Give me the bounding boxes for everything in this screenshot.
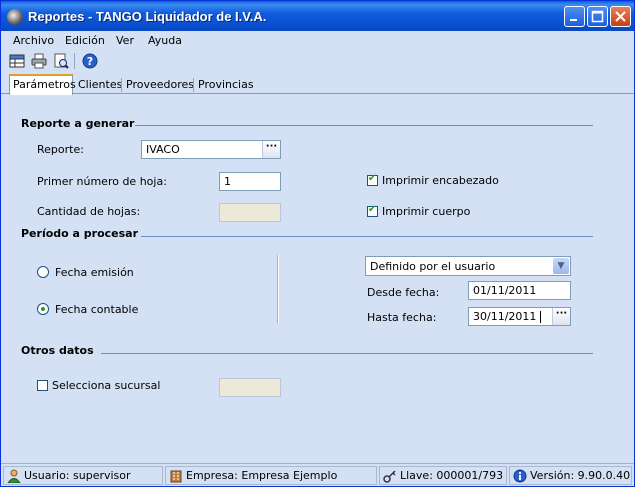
status-usuario: Usuario: supervisor <box>3 466 163 485</box>
key-icon <box>383 470 396 483</box>
tab-proveedores[interactable]: Proveedores <box>123 76 197 94</box>
preview-icon[interactable] <box>53 53 69 69</box>
fecha-contable-label: Fecha contable <box>55 303 139 316</box>
cuerpo-label: Imprimir cuerpo <box>382 205 471 218</box>
sucursal-label: Selecciona sucursal <box>52 379 161 392</box>
cuerpo-checkbox[interactable] <box>367 204 378 217</box>
hasta-fecha-value: 30/11/2011 <box>473 310 537 323</box>
help-icon[interactable]: ? <box>82 53 98 69</box>
primer-hoja-field[interactable]: 1 <box>219 172 281 191</box>
primer-hoja-value: 1 <box>224 175 231 188</box>
maximize-icon <box>591 10 604 23</box>
encabezado-checkbox[interactable] <box>367 173 378 186</box>
cantidad-hojas-label: Cantidad de hojas: <box>37 205 141 218</box>
text-cursor <box>539 311 541 323</box>
tab-clientes[interactable]: Clientes <box>75 76 125 94</box>
section-reporte-title: Reporte a generar <box>21 117 135 130</box>
reporte-label: Reporte: <box>37 143 84 156</box>
print-icon[interactable] <box>31 53 47 69</box>
building-icon <box>170 470 182 483</box>
title-bar[interactable]: Reportes - TANGO Liquidador de I.V.A. <box>1 1 634 31</box>
section-divider <box>101 353 593 354</box>
sucursal-field <box>219 378 281 397</box>
tab-separator <box>121 78 122 92</box>
status-version: Versión: 9.90.0.40 <box>509 466 632 485</box>
sucursal-checkbox[interactable] <box>37 380 48 391</box>
fecha-emision-label: Fecha emisión <box>55 266 134 279</box>
menu-edicion[interactable]: Edición <box>65 34 105 47</box>
close-button[interactable] <box>610 6 631 27</box>
fecha-contable-radio[interactable] <box>37 303 49 315</box>
minimize-icon <box>570 19 577 21</box>
fecha-emision-radio[interactable] <box>37 266 49 278</box>
menu-bar: Archivo Edición Ver Ayuda <box>1 31 634 50</box>
hasta-fecha-calendar-button[interactable]: ··· <box>552 308 570 325</box>
periodo-dropdown[interactable]: Definido por el usuario ▼ <box>365 256 571 276</box>
close-icon <box>615 11 626 22</box>
chevron-down-icon[interactable]: ▼ <box>553 258 569 274</box>
reporte-field[interactable]: IVACO <box>141 140 281 159</box>
section-periodo-title: Período a procesar <box>21 227 139 240</box>
status-empresa: Empresa: Empresa Ejemplo <box>165 466 377 485</box>
hasta-fecha-label: Hasta fecha: <box>367 311 437 324</box>
parametros-panel: Reporte a generar Reporte: IVACO ··· Pri… <box>5 95 630 459</box>
tab-parametros[interactable]: Parámetros <box>9 74 76 95</box>
app-logo-icon <box>7 9 23 25</box>
menu-archivo[interactable]: Archivo <box>13 34 54 47</box>
menu-ayuda[interactable]: Ayuda <box>148 34 182 47</box>
user-icon <box>7 469 21 483</box>
minimize-button[interactable] <box>564 6 585 27</box>
status-llave: Llave: 000001/793 <box>379 466 507 485</box>
svg-text:?: ? <box>87 55 93 68</box>
tab-bar: Parámetros Clientes Proveedores Provinci… <box>1 74 634 95</box>
window-title: Reportes - TANGO Liquidador de I.V.A. <box>28 9 267 24</box>
desde-fecha-label: Desde fecha: <box>367 286 440 299</box>
vertical-divider <box>277 255 279 323</box>
periodo-dropdown-value: Definido por el usuario <box>370 260 496 273</box>
section-otros-title: Otros datos <box>21 344 94 357</box>
toolbar-separator <box>74 53 75 69</box>
menu-ver[interactable]: Ver <box>116 34 134 47</box>
section-divider <box>135 125 593 126</box>
maximize-button[interactable] <box>587 6 608 27</box>
app-window: Reportes - TANGO Liquidador de I.V.A. Ar… <box>0 0 635 487</box>
primer-hoja-label: Primer número de hoja: <box>37 175 167 188</box>
desde-fecha-field[interactable]: 01/11/2011 <box>468 281 571 300</box>
section-divider <box>141 236 593 237</box>
status-bar: Usuario: supervisor Empresa: Empresa Eje… <box>1 463 634 486</box>
reporte-value: IVACO <box>146 143 180 156</box>
toolbar: ? <box>1 51 634 71</box>
desde-fecha-value: 01/11/2011 <box>473 284 537 297</box>
tab-provincias[interactable]: Provincias <box>195 76 257 94</box>
reporte-browse-button[interactable]: ··· <box>262 141 280 158</box>
encabezado-label: Imprimir encabezado <box>382 174 499 187</box>
tab-separator <box>193 78 194 92</box>
info-icon <box>513 469 527 483</box>
grid-icon[interactable] <box>9 53 25 69</box>
cantidad-hojas-field <box>219 203 281 222</box>
